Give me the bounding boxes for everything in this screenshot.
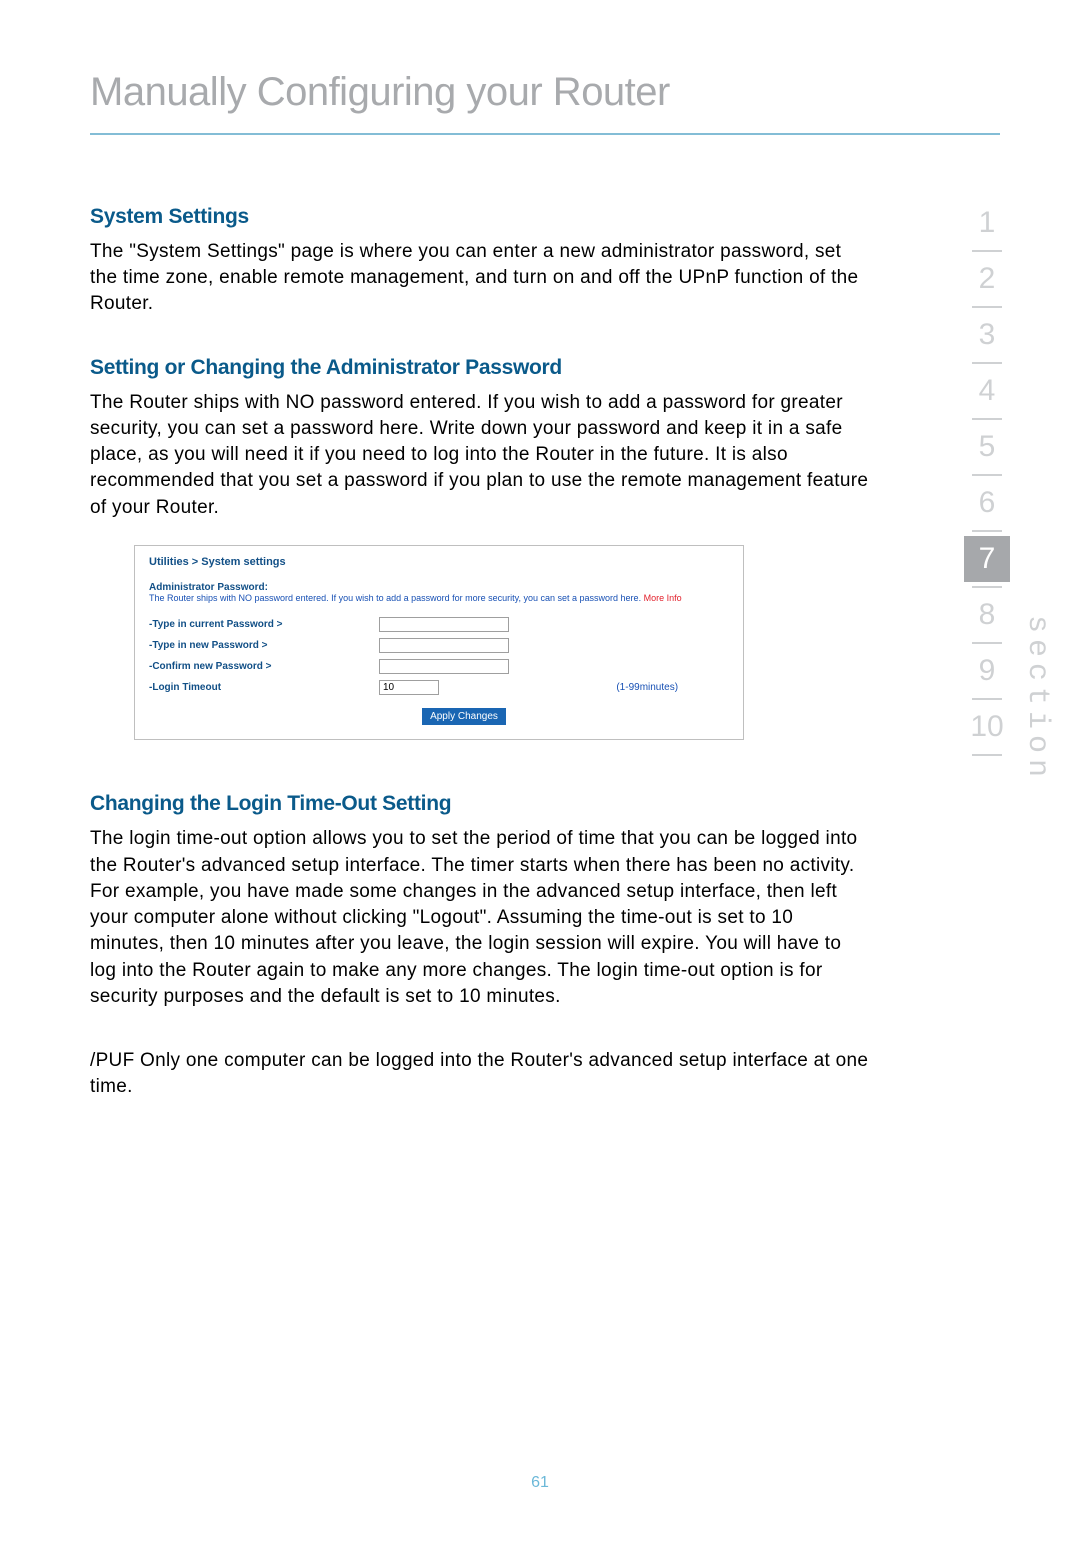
section-nav-9[interactable]: 9: [964, 648, 1010, 694]
section-nav-3[interactable]: 3: [964, 312, 1010, 358]
nav-divider: [972, 642, 1002, 644]
nav-divider: [972, 698, 1002, 700]
password-fields-table: -Type in current Password > -Type in new…: [149, 614, 729, 698]
more-info-link[interactable]: More Info: [644, 593, 682, 603]
nav-divider: [972, 306, 1002, 308]
heading-login-timeout: Changing the Login Time-Out Setting: [90, 792, 870, 816]
nav-divider: [972, 530, 1002, 532]
content-column: System Settings The "System Settings" pa…: [90, 205, 870, 1100]
body-admin-password: The Router ships with NO password entere…: [90, 390, 870, 521]
login-timeout-input[interactable]: [379, 680, 439, 695]
apply-changes-button[interactable]: Apply Changes: [422, 708, 506, 725]
timeout-range-label: (1-99minutes): [616, 677, 729, 698]
section-login-timeout: Changing the Login Time-Out Setting The …: [90, 792, 870, 1010]
nav-divider: [972, 250, 1002, 252]
confirm-password-label: -Confirm new Password >: [149, 656, 379, 677]
heading-system-settings: System Settings: [90, 205, 870, 229]
embedded-ui-panel: Utilities > System settings Administrato…: [134, 545, 744, 741]
note-text: /PUF Only one computer can be logged int…: [90, 1048, 870, 1100]
section-side-label: section: [1020, 615, 1054, 783]
heading-admin-password: Setting or Changing the Administrator Pa…: [90, 356, 870, 380]
admin-password-desc: The Router ships with NO password entere…: [149, 593, 729, 605]
admin-password-label: Administrator Password:: [149, 582, 729, 593]
current-password-label: -Type in current Password >: [149, 614, 379, 635]
admin-desc-text: The Router ships with NO password entere…: [149, 593, 644, 603]
body-login-timeout: The login time-out option allows you to …: [90, 826, 870, 1010]
section-admin-password: Setting or Changing the Administrator Pa…: [90, 356, 870, 521]
section-nav-7[interactable]: 7: [964, 536, 1010, 582]
section-nav-2[interactable]: 2: [964, 256, 1010, 302]
section-nav-10[interactable]: 10: [964, 704, 1010, 750]
nav-divider: [972, 474, 1002, 476]
section-system-settings: System Settings The "System Settings" pa…: [90, 205, 870, 318]
nav-divider: [972, 418, 1002, 420]
section-nav-8[interactable]: 8: [964, 592, 1010, 638]
nav-divider: [972, 754, 1002, 756]
section-nav-4[interactable]: 4: [964, 368, 1010, 414]
confirm-password-input[interactable]: [379, 659, 509, 674]
section-nav-1[interactable]: 1: [964, 200, 1010, 246]
nav-divider: [972, 586, 1002, 588]
current-password-input[interactable]: [379, 617, 509, 632]
new-password-input[interactable]: [379, 638, 509, 653]
new-password-label: -Type in new Password >: [149, 635, 379, 656]
body-system-settings: The "System Settings" page is where you …: [90, 239, 870, 318]
section-nav-5[interactable]: 5: [964, 424, 1010, 470]
title-bar: Manually Configuring your Router: [90, 70, 1000, 135]
nav-divider: [972, 362, 1002, 364]
section-nav: 1 2 3 4 5 6 7 8 9 10: [964, 200, 1010, 760]
page-number: 61: [0, 1474, 1080, 1492]
breadcrumb: Utilities > System settings: [149, 556, 729, 568]
login-timeout-label: -Login Timeout: [149, 677, 379, 698]
section-nav-6[interactable]: 6: [964, 480, 1010, 526]
page-title: Manually Configuring your Router: [90, 70, 1000, 115]
